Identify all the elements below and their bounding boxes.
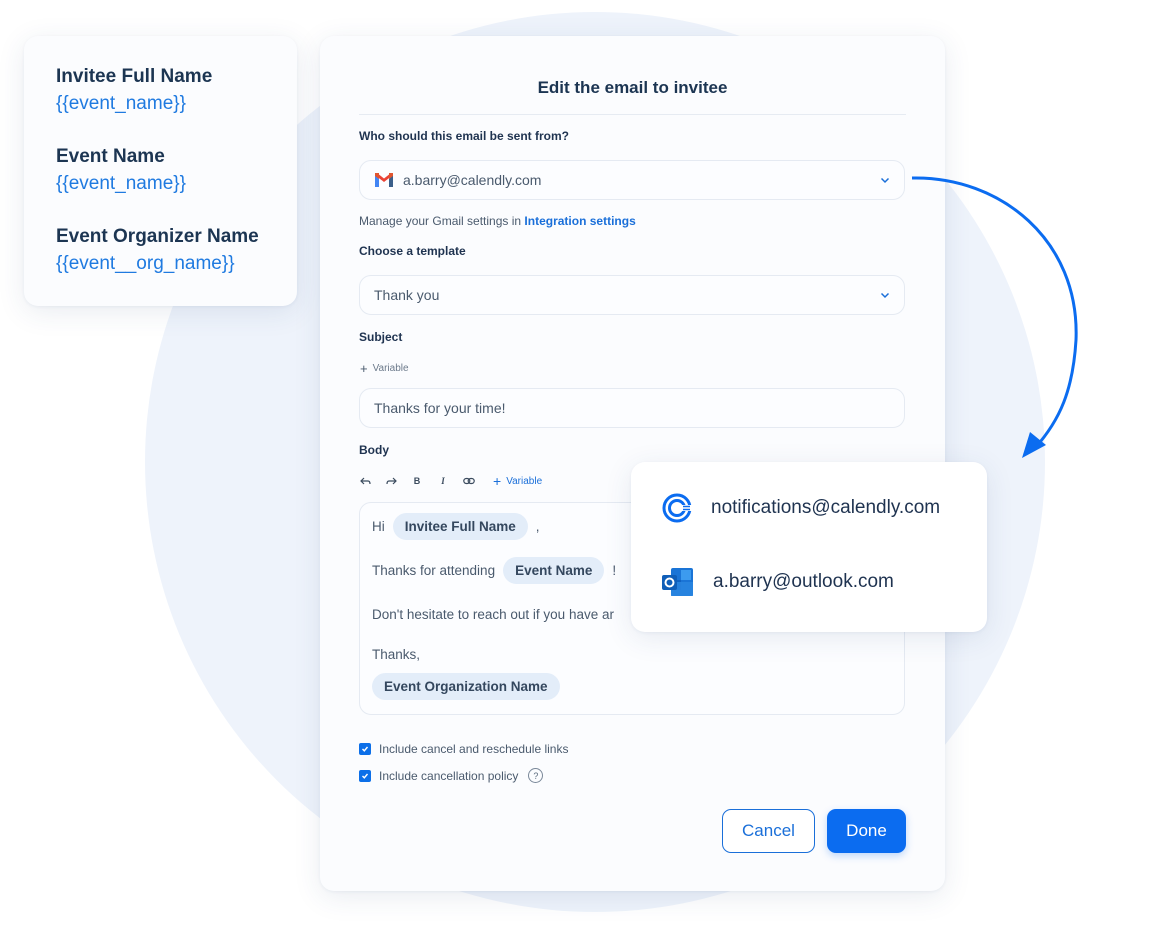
body-text: ,: [535, 519, 540, 534]
variable-item: Invitee Full Name {{event_name}}: [56, 66, 212, 115]
sender-select[interactable]: a.barry@calendly.com: [359, 160, 905, 200]
body-line: Event Organization Name: [372, 673, 560, 700]
gmail-settings-help: Manage your Gmail settings in Integratio…: [359, 214, 636, 228]
variable-chip[interactable]: Invitee Full Name: [392, 513, 528, 540]
body-text: !: [612, 563, 617, 578]
sender-option-email: notifications@calendly.com: [711, 497, 941, 518]
bold-button[interactable]: B: [411, 475, 423, 487]
subject-label: Subject: [359, 330, 403, 344]
body-line: Hi Invitee Full Name ,: [372, 513, 540, 540]
variable-chip[interactable]: Event Name: [503, 557, 605, 584]
checkbox-checked[interactable]: [359, 769, 371, 782]
help-text: Manage your Gmail settings in: [359, 214, 522, 228]
body-line: Don't hesitate to reach out if you have …: [372, 607, 614, 622]
variable-label: Event Name: [56, 146, 165, 167]
template-select[interactable]: Thank you: [359, 275, 905, 315]
sender-option-email: a.barry@outlook.com: [713, 571, 894, 592]
body-toolbar: B I + Variable: [359, 473, 542, 489]
add-variable-label: Variable: [372, 363, 409, 374]
cancel-button[interactable]: Cancel: [722, 809, 815, 853]
help-icon[interactable]: ?: [528, 768, 544, 783]
sender-options-popup: notifications@calendly.com a.barry@outlo…: [631, 462, 987, 632]
chevron-down-icon: [880, 292, 890, 299]
variable-chip[interactable]: Event Organization Name: [372, 673, 560, 700]
sender-option[interactable]: a.barry@outlook.com: [661, 566, 894, 598]
gmail-icon: [374, 172, 394, 188]
template-label: Choose a template: [359, 244, 466, 258]
body-text: Hi: [372, 519, 385, 534]
checkbox-checked[interactable]: [359, 743, 371, 755]
subject-value: Thanks for your time!: [374, 400, 506, 416]
cancel-reschedule-checkbox-row[interactable]: Include cancel and reschedule links: [359, 742, 568, 756]
variable-token: {{event_name}}: [56, 173, 186, 194]
variable-label: Invitee Full Name: [56, 66, 213, 87]
template-value: Thank you: [374, 287, 440, 303]
body-text: Thanks for attending: [372, 563, 496, 578]
body-line: Thanks,: [372, 647, 421, 662]
integration-settings-link[interactable]: Integration settings: [524, 214, 635, 228]
variable-token: {{event_name}}: [56, 93, 186, 114]
sender-label: Who should this email be sent from?: [359, 129, 570, 143]
italic-button[interactable]: I: [437, 475, 449, 487]
add-variable-label: Variable: [506, 475, 543, 487]
variable-label: Event Organizer Name: [56, 226, 259, 247]
subject-input[interactable]: Thanks for your time!: [359, 388, 905, 428]
variable-item: Event Name {{event_name}}: [56, 146, 186, 195]
subject-add-variable-button[interactable]: + Variable: [360, 361, 409, 376]
body-line: Thanks for attending Event Name !: [372, 557, 616, 584]
variable-token: {{event__org_name}}: [56, 253, 235, 274]
variables-card: Invitee Full Name {{event_name}} Event N…: [24, 36, 297, 306]
variable-item: Event Organizer Name {{event__org_name}}: [56, 226, 259, 275]
cancellation-policy-checkbox-row[interactable]: Include cancellation policy ?: [359, 768, 544, 783]
chevron-down-icon: [880, 177, 890, 184]
link-icon[interactable]: [463, 475, 475, 487]
redo-icon[interactable]: [385, 475, 397, 487]
plus-icon: +: [493, 473, 502, 489]
sender-value: a.barry@calendly.com: [403, 172, 542, 188]
plus-icon: +: [360, 361, 368, 376]
outlook-icon: [661, 566, 695, 598]
calendly-icon: [661, 492, 694, 524]
divider: [359, 114, 906, 115]
body-label: Body: [359, 443, 389, 457]
dialog-title: Edit the email to invitee: [537, 78, 728, 97]
body-add-variable-button[interactable]: + Variable: [493, 473, 542, 489]
undo-icon[interactable]: [359, 475, 371, 487]
checkbox-label: Include cancel and reschedule links: [379, 742, 569, 756]
checkbox-label: Include cancellation policy: [379, 768, 519, 783]
done-button[interactable]: Done: [827, 809, 906, 853]
sender-option[interactable]: notifications@calendly.com: [661, 492, 940, 524]
